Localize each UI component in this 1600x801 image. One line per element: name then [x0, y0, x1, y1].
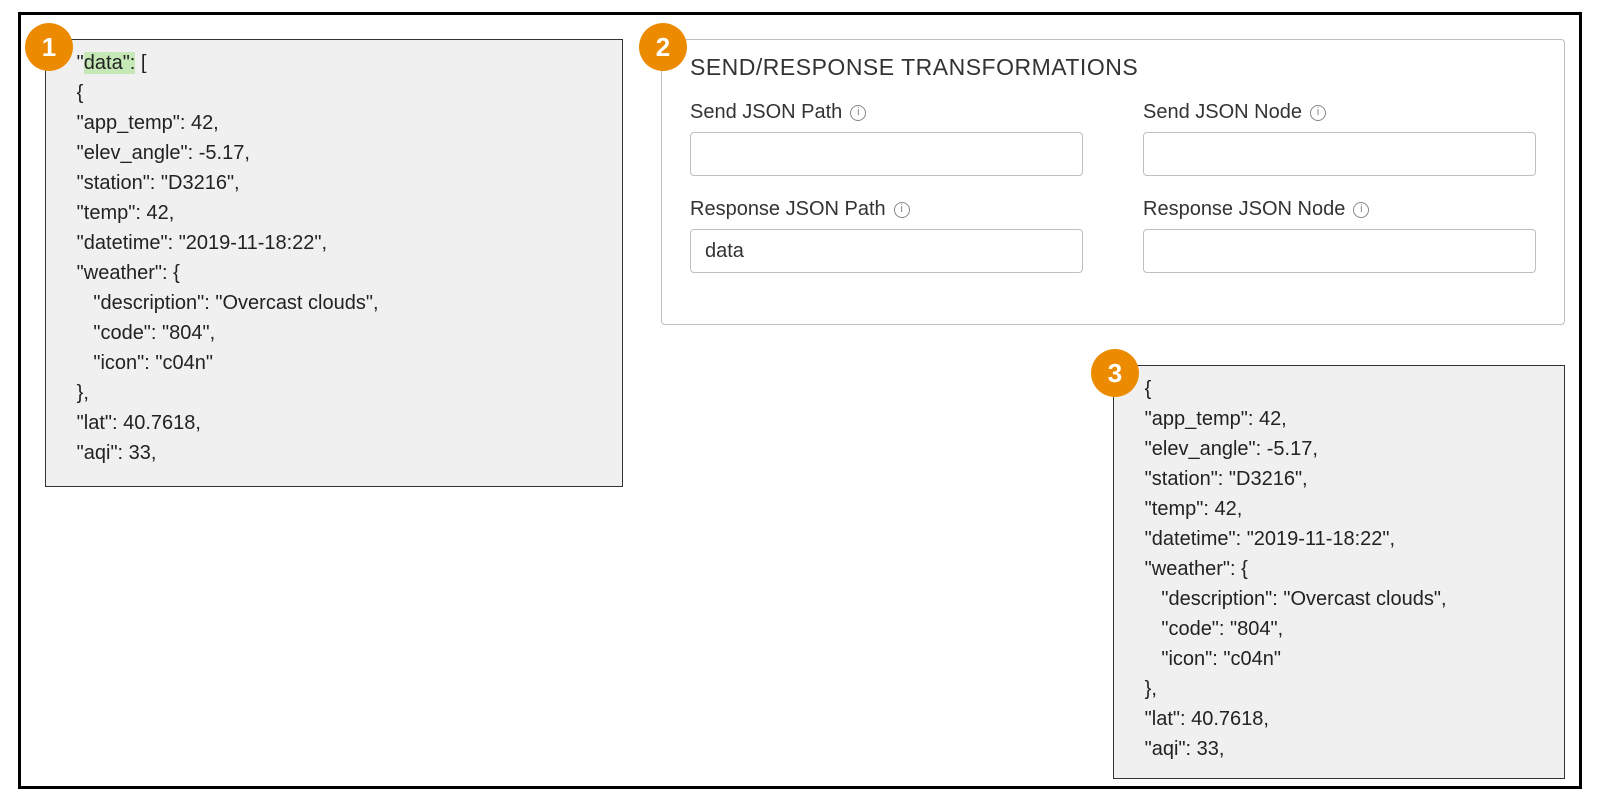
response-json-path-field: Response JSON Path i — [690, 198, 1083, 273]
outer-frame: 1 "data": [ { "app_temp": 42, "elev_angl… — [18, 12, 1582, 789]
info-icon[interactable]: i — [850, 105, 866, 121]
badge-number: 1 — [42, 32, 56, 63]
field-label: Response JSON Node i — [1143, 198, 1536, 221]
code-line: "data": [ — [60, 52, 147, 74]
label-text: Response JSON Node — [1143, 198, 1345, 221]
panel-title: SEND/RESPONSE TRANSFORMATIONS — [690, 54, 1536, 81]
code-line: }, — [60, 382, 89, 404]
code-line: "aqi": 33, — [60, 442, 156, 464]
code-line: "description": "Overcast clouds", — [1128, 588, 1447, 610]
code-line: "weather": { — [1128, 558, 1248, 580]
info-icon[interactable]: i — [1353, 202, 1369, 218]
code-line: "elev_angle": -5.17, — [1128, 438, 1318, 460]
label-text: Response JSON Path — [690, 198, 886, 221]
send-json-node-input[interactable] — [1143, 132, 1536, 176]
code-line: "datetime": "2019-11-18:22", — [1128, 528, 1395, 550]
response-json-node-input[interactable] — [1143, 229, 1536, 273]
step-badge-3: 3 — [1091, 349, 1139, 397]
response-json-node-field: Response JSON Node i — [1143, 198, 1536, 273]
send-json-path-input[interactable] — [690, 132, 1083, 176]
field-label: Send JSON Node i — [1143, 101, 1536, 124]
form-row: Response JSON Path i Response JSON Node … — [690, 198, 1536, 273]
badge-number: 3 — [1108, 358, 1122, 389]
code-line: "temp": 42, — [1128, 498, 1242, 520]
code-line: { — [60, 82, 83, 104]
code-line: "code": "804", — [1128, 618, 1283, 640]
step-badge-2: 2 — [639, 23, 687, 71]
code-line: "code": "804", — [60, 322, 215, 344]
highlighted-key: data": — [84, 52, 136, 74]
code-line: "station": "D3216", — [1128, 468, 1308, 490]
code-line: "app_temp": 42, — [60, 112, 219, 134]
code-line: }, — [1128, 678, 1157, 700]
code-line: "icon": "c04n" — [60, 352, 213, 374]
transformations-panel: SEND/RESPONSE TRANSFORMATIONS Send JSON … — [661, 39, 1565, 325]
label-text: Send JSON Node — [1143, 101, 1302, 124]
step-badge-1: 1 — [25, 23, 73, 71]
code-line: "lat": 40.7618, — [1128, 708, 1269, 730]
json-source-box: "data": [ { "app_temp": 42, "elev_angle"… — [45, 39, 623, 487]
send-json-node-field: Send JSON Node i — [1143, 101, 1536, 176]
field-label: Response JSON Path i — [690, 198, 1083, 221]
form-row: Send JSON Path i Send JSON Node i — [690, 101, 1536, 176]
info-icon[interactable]: i — [894, 202, 910, 218]
response-json-path-input[interactable] — [690, 229, 1083, 273]
code-line: "icon": "c04n" — [1128, 648, 1281, 670]
code-line: "station": "D3216", — [60, 172, 240, 194]
code-line: "aqi": 33, — [1128, 738, 1224, 760]
code-line: "description": "Overcast clouds", — [60, 292, 379, 314]
code-line: "elev_angle": -5.17, — [60, 142, 250, 164]
label-text: Send JSON Path — [690, 101, 842, 124]
code-line: "datetime": "2019-11-18:22", — [60, 232, 327, 254]
field-label: Send JSON Path i — [690, 101, 1083, 124]
code-line: "weather": { — [60, 262, 180, 284]
code-line: "temp": 42, — [60, 202, 174, 224]
json-result-box: { "app_temp": 42, "elev_angle": -5.17, "… — [1113, 365, 1565, 779]
code-line: "lat": 40.7618, — [60, 412, 201, 434]
badge-number: 2 — [656, 32, 670, 63]
info-icon[interactable]: i — [1310, 105, 1326, 121]
code-line: "app_temp": 42, — [1128, 408, 1287, 430]
send-json-path-field: Send JSON Path i — [690, 101, 1083, 176]
